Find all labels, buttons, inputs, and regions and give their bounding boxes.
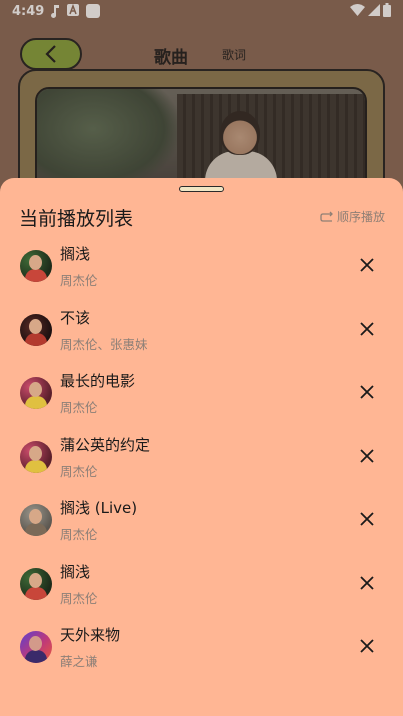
remove-song-button[interactable] [356,318,378,340]
list-item[interactable]: 天外来物 薛之谦 [0,615,403,679]
song-cover-avatar [20,313,52,346]
close-icon [360,575,374,590]
remove-song-button[interactable] [356,508,378,530]
list-item[interactable]: 搁浅 周杰伦 [0,552,403,616]
playlist-title: 当前播放列表 [19,208,134,230]
repeat-icon [320,211,333,222]
list-item[interactable]: 最长的电影 周杰伦 [0,361,403,425]
remove-song-button[interactable] [356,572,378,594]
song-cover-avatar [20,504,52,536]
song-artist: 周杰伦、张惠妹 [60,336,148,352]
remove-song-button[interactable] [356,254,378,276]
remove-song-button[interactable] [356,635,378,657]
song-title: 最长的电影 [60,372,136,390]
song-cover-avatar [20,250,52,282]
list-item[interactable]: 搁浅 (Live) 周杰伦 [0,488,403,552]
song-title: 蒲公英的约定 [60,435,151,454]
play-mode-button[interactable]: 顺序播放 [320,208,385,225]
song-title: 天外来物 [60,626,121,644]
playlist-list: 搁浅 周杰伦 不该 周杰伦、张惠妹 最长的电影 周杰伦 蒲公英的约定 周杰伦 搁… [0,234,403,679]
song-artist: 周杰伦 [60,590,98,606]
song-cover-avatar [20,440,52,473]
close-icon [360,448,374,463]
song-cover-avatar [20,567,52,600]
play-mode-label: 顺序播放 [336,210,385,224]
song-title: 搁浅 (Live) [60,499,138,517]
song-artist: 周杰伦 [60,400,98,415]
list-item[interactable]: 蒲公英的约定 周杰伦 [0,425,403,489]
drag-handle[interactable] [179,186,224,192]
playlist-sheet: 当前播放列表 顺序播放 搁浅 周杰伦 不该 周杰伦、张惠妹 最长的电影 周杰伦 [0,178,403,716]
song-cover-avatar [20,631,52,663]
remove-song-button[interactable] [356,381,378,403]
list-item[interactable]: 不该 周杰伦、张惠妹 [0,298,403,362]
song-title: 搁浅 [60,245,91,263]
song-artist: 周杰伦 [60,463,98,479]
song-artist: 周杰伦 [60,527,98,542]
song-artist: 薛之谦 [60,654,98,669]
close-icon [360,321,374,336]
close-icon [360,258,374,272]
song-artist: 周杰伦 [60,273,98,288]
song-cover-avatar [20,377,52,409]
list-item[interactable]: 搁浅 周杰伦 [0,234,403,298]
song-title: 不该 [60,308,91,327]
close-icon [360,385,374,399]
song-title: 搁浅 [60,562,91,581]
remove-song-button[interactable] [356,445,378,467]
close-icon [360,512,374,526]
close-icon [360,639,374,653]
